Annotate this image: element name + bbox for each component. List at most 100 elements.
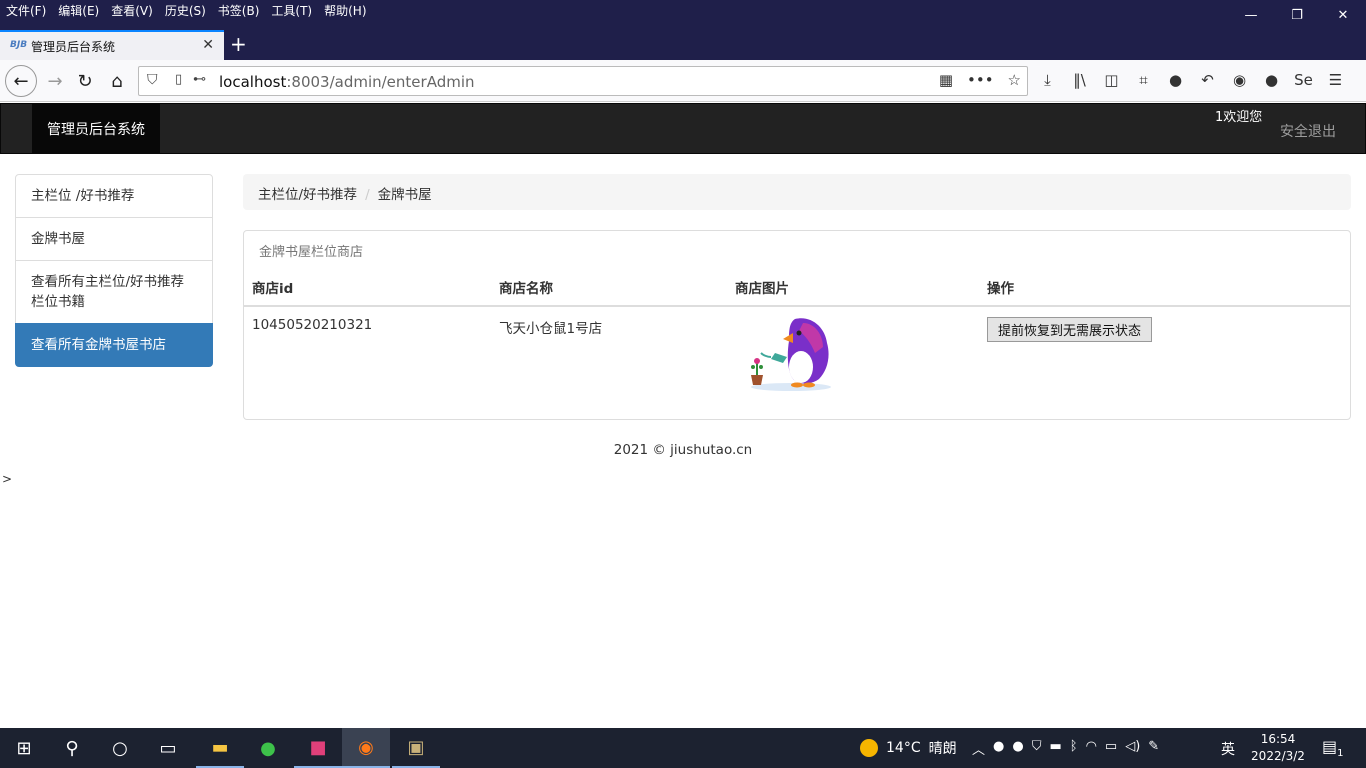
breadcrumb: 主栏位/好书推荐 / 金牌书屋 xyxy=(243,174,1351,210)
column-header-id: 商店id xyxy=(244,269,491,307)
key-icon: ⊷ xyxy=(193,72,206,87)
tab-bar: BJB 管理员后台系统 ✕ + xyxy=(0,30,1366,60)
app-window-icon[interactable]: ▣ xyxy=(392,728,440,768)
chat-icon[interactable]: ● xyxy=(1166,71,1185,89)
library-icon[interactable]: ‖\ xyxy=(1070,71,1089,89)
menu-tools[interactable]: 工具(T) xyxy=(271,2,312,19)
breadcrumb-item-current: 金牌书屋 xyxy=(377,187,432,203)
download-icon[interactable]: ⤓ xyxy=(1038,71,1057,89)
undo-icon[interactable]: ↶ xyxy=(1198,71,1217,89)
show-hidden-icons-icon[interactable]: ︿ xyxy=(972,739,985,758)
cell-shop-id: 10450520210321 xyxy=(252,317,373,333)
sidebar-icon[interactable]: ◫ xyxy=(1102,71,1121,89)
tab-title: 管理员后台系统 xyxy=(31,39,116,54)
more-actions-icon[interactable]: ••• xyxy=(967,71,994,89)
toolbar-icons: ⤓ ‖\ ◫ ⌗ ● ↶ ◉ ● Se ☰ xyxy=(1038,71,1345,89)
volume-icon[interactable]: ◁) xyxy=(1125,739,1140,758)
bookmark-star-icon[interactable]: ☆ xyxy=(1008,71,1021,89)
security-shield-icon[interactable]: ⛉ xyxy=(1032,739,1042,758)
task-view-icon[interactable]: ▭ xyxy=(144,728,192,768)
selenium-icon[interactable]: Se xyxy=(1294,71,1313,89)
start-windows-icon[interactable]: ⊞ xyxy=(0,728,48,768)
file-explorer-icon[interactable]: ▬ xyxy=(196,728,244,768)
sidebar-item-view-shops[interactable]: 查看所有金牌书屋书店 xyxy=(15,323,213,367)
pen-icon[interactable]: ✎ xyxy=(1148,739,1159,758)
extension-icon[interactable]: ● xyxy=(1262,71,1281,89)
sun-icon xyxy=(860,739,878,757)
cell-action: 提前恢复到无需展示状态 xyxy=(979,306,1350,403)
column-header-action: 操作 xyxy=(979,269,1350,307)
navigation-bar: ← → ↻ ⌂ ⛉ ▯ ⊷ localhost:8003/admin/enter… xyxy=(0,60,1366,102)
cortana-icon[interactable]: ○ xyxy=(96,728,144,768)
network-icon[interactable]: ◠ xyxy=(1086,739,1097,758)
panel-title: 金牌书屋栏位商店 xyxy=(259,245,364,260)
breadcrumb-separator: / xyxy=(365,187,370,203)
menu-list: 文件(F) 编辑(E) 查看(V) 历史(S) 书签(B) 工具(T) 帮助(H… xyxy=(6,2,367,19)
close-window-icon[interactable]: ✕ xyxy=(1320,0,1366,30)
clock[interactable]: 16:54 2022/3/2 xyxy=(1250,731,1306,765)
bluetooth-icon[interactable]: ᛒ xyxy=(1070,739,1078,758)
home-icon[interactable]: ⌂ xyxy=(102,66,132,96)
menu-help[interactable]: 帮助(H) xyxy=(324,2,366,19)
url-bar[interactable]: ⛉ ▯ ⊷ localhost:8003/admin/enterAdmin ▦ … xyxy=(138,66,1028,96)
ime-indicator[interactable]: 英 xyxy=(1221,739,1235,759)
menu-edit[interactable]: 编辑(E) xyxy=(58,2,99,19)
reload-icon[interactable]: ↻ xyxy=(70,66,100,96)
menu-view[interactable]: 查看(V) xyxy=(111,2,153,19)
sidebar-item-view-books[interactable]: 查看所有主栏位/好书推荐栏位书籍 xyxy=(15,260,213,324)
intellij-icon[interactable]: ■ xyxy=(294,728,342,768)
brand-title[interactable]: 管理员后台系统 xyxy=(32,104,160,154)
menu-history[interactable]: 历史(S) xyxy=(165,2,206,19)
shop-image-penguin xyxy=(751,318,831,391)
restore-display-state-button[interactable]: 提前恢复到无需展示状态 xyxy=(987,317,1153,342)
window-controls: — ❐ ✕ xyxy=(1228,0,1366,30)
url-path: :8003/admin/enterAdmin xyxy=(286,73,475,91)
clock-time: 16:54 xyxy=(1260,732,1296,746)
folder-tray-icon[interactable]: ▬ xyxy=(1049,739,1061,758)
url-text[interactable]: localhost:8003/admin/enterAdmin xyxy=(219,73,475,91)
weather-widget[interactable]: 14°C 晴朗 xyxy=(860,738,957,758)
footer-copyright: 2021 © jiushutao.cn xyxy=(613,442,753,458)
notification-count: 1 xyxy=(1337,748,1344,760)
sidebar-item-main-column[interactable]: 主栏位 /好书推荐 xyxy=(15,174,213,218)
menu-bookmarks[interactable]: 书签(B) xyxy=(218,2,260,19)
wechat-tray-icon[interactable]: ● xyxy=(1012,739,1023,758)
logout-link[interactable]: 安全退出 xyxy=(1280,121,1336,141)
notification-icon[interactable]: ▤1 xyxy=(1322,737,1344,759)
shop-table: 商店id 商店名称 商店图片 操作 10450520210321 飞天小仓鼠1号… xyxy=(244,269,1350,403)
new-tab-icon[interactable]: + xyxy=(230,32,247,56)
column-header-name: 商店名称 xyxy=(491,269,727,307)
weather-temp: 14°C xyxy=(886,740,921,756)
qrcode-icon[interactable]: ▦ xyxy=(939,71,953,89)
menu-icon[interactable]: ☰ xyxy=(1326,71,1345,89)
sidebar-item-gold-bookhouse[interactable]: 金牌书屋 xyxy=(15,217,213,261)
battery-icon[interactable]: ▭ xyxy=(1105,739,1117,758)
minimize-icon[interactable]: — xyxy=(1228,0,1274,30)
tab-admin[interactable]: BJB 管理员后台系统 ✕ xyxy=(0,30,224,60)
stray-text: > xyxy=(2,472,13,486)
back-icon[interactable]: ← xyxy=(5,65,37,97)
forward-icon[interactable]: → xyxy=(40,66,70,96)
url-actions: ▦ ••• ☆ xyxy=(939,71,1021,89)
page-info-icon[interactable]: ▯ xyxy=(175,72,182,87)
menu-file[interactable]: 文件(F) xyxy=(6,2,46,19)
shield-icon[interactable]: ⛉ xyxy=(147,72,158,88)
cell-shop-name: 飞天小仓鼠1号店 xyxy=(499,321,603,337)
restore-icon[interactable]: ❐ xyxy=(1274,0,1320,30)
sidebar: 主栏位 /好书推荐 金牌书屋 查看所有主栏位/好书推荐栏位书籍 查看所有金牌书屋… xyxy=(15,174,213,367)
url-host: localhost xyxy=(219,73,287,91)
browser-menubar: 文件(F) 编辑(E) 查看(V) 历史(S) 书签(B) 工具(T) 帮助(H… xyxy=(0,0,1366,30)
table-header-row: 商店id 商店名称 商店图片 操作 xyxy=(244,269,1350,307)
welcome-text: 1欢迎您 xyxy=(1215,110,1263,125)
crop-icon[interactable]: ⌗ xyxy=(1134,71,1153,89)
cell-shop-image xyxy=(727,306,979,403)
weather-desc: 晴朗 xyxy=(928,741,957,757)
close-tab-icon[interactable]: ✕ xyxy=(202,37,214,53)
system-tray: ︿ ● ● ⛉ ▬ ᛒ ◠ ▭ ◁) ✎ xyxy=(972,739,1159,758)
account-icon[interactable]: ◉ xyxy=(1230,71,1249,89)
firefox-icon[interactable]: ◉ xyxy=(342,728,390,768)
breadcrumb-item-main[interactable]: 主栏位/好书推荐 xyxy=(258,187,357,203)
qq-icon[interactable]: ● xyxy=(993,739,1004,758)
wechat-icon[interactable]: ● xyxy=(244,728,292,768)
search-icon[interactable]: ⚲ xyxy=(48,728,96,768)
